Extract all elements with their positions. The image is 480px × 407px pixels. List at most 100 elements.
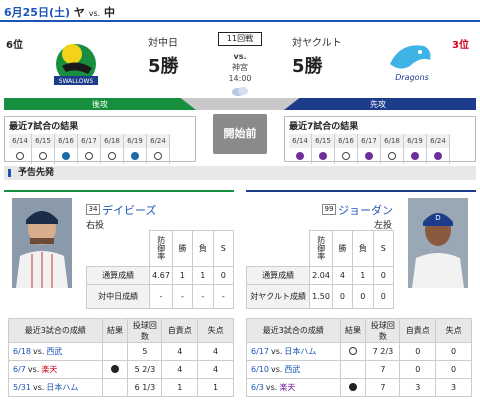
svg-text:D: D xyxy=(435,214,440,222)
game-date: 6月25日(土) xyxy=(4,6,71,19)
away-pitcher-recent: 最近3試合の成績 結果 投球回数 自責点 失点 6/17 vs. 日本ハム 7 2/3… xyxy=(246,318,472,397)
recent-game-date[interactable]: 5/31 xyxy=(13,383,31,392)
recent-game-date[interactable]: 6/3 xyxy=(251,383,264,392)
dragons-logo[interactable]: Dragons xyxy=(380,36,440,88)
recent-game-vs: vs. xyxy=(32,347,45,356)
recent-header: 自責点 xyxy=(161,318,199,343)
away-pitcher-divider xyxy=(246,190,476,192)
recent-game-date[interactable]: 6/18 xyxy=(13,347,31,356)
stats-header-era: 防御率 xyxy=(316,235,326,260)
last7-date: 6/19 xyxy=(404,134,427,148)
last7-result[interactable] xyxy=(101,148,124,164)
last7-date: 6/15 xyxy=(312,134,335,148)
last7-result[interactable] xyxy=(124,148,147,164)
game-status-button[interactable]: 開始前 xyxy=(213,114,267,154)
dragons-bar-label: 先攻 xyxy=(370,100,386,109)
stats-era: 1.50 xyxy=(309,284,333,309)
recent-game-result xyxy=(101,360,129,379)
stats-header-w: 勝 xyxy=(171,230,194,267)
recent-game-earned-runs: 4 xyxy=(161,360,199,379)
away-pitcher-photo[interactable]: D xyxy=(408,198,468,288)
recent-game-date[interactable]: 6/17 xyxy=(251,347,269,356)
last7-result[interactable] xyxy=(55,148,78,164)
loss-dot-icon xyxy=(108,152,116,160)
recent-game-date[interactable]: 6/10 xyxy=(251,365,269,374)
last7-result[interactable] xyxy=(427,148,450,164)
swallows-wins: 5勝 xyxy=(148,56,179,77)
stats-header-w: 勝 xyxy=(331,230,354,267)
recent-game-result xyxy=(339,360,367,379)
recent-game-innings: 6 1/3 xyxy=(127,378,163,397)
last7-result[interactable] xyxy=(9,148,32,164)
recent-game-runs: 4 xyxy=(197,360,234,379)
section-title: 予告先発 xyxy=(18,168,55,178)
stats-row-label: 通算成績 xyxy=(245,266,311,285)
last7-date: 6/24 xyxy=(427,134,450,148)
swallows-vs-label: 対中日 xyxy=(148,38,178,49)
stats-row-label: 対ヤクルト成績 xyxy=(245,284,311,309)
stats-l: 0 xyxy=(352,284,374,309)
stats-w: - xyxy=(171,284,194,309)
header-date-line: 6月25日(土) ヤ vs. 中 xyxy=(4,4,115,20)
win-circle-icon xyxy=(349,346,358,355)
last7-date: 6/17 xyxy=(78,134,101,148)
recent-game-opponent[interactable]: 楽天 xyxy=(279,383,295,392)
stats-era: 2.04 xyxy=(309,266,333,285)
stats-row-label: 対中日成績 xyxy=(85,284,151,309)
recent-game-opponent[interactable]: 西武 xyxy=(284,365,300,374)
last7-date: 6/19 xyxy=(124,134,147,148)
win-dot-icon xyxy=(131,152,139,160)
recent-game-opponent[interactable]: 日本ハム xyxy=(46,383,78,392)
away-pitcher-name[interactable]: ジョーダン xyxy=(338,202,393,218)
last7-result[interactable] xyxy=(335,148,358,164)
stats-l: - xyxy=(192,284,214,309)
loss-dot-icon xyxy=(85,152,93,160)
recent-header: 投球回数 xyxy=(365,318,401,343)
win-dot-icon xyxy=(365,152,373,160)
win-dot-icon xyxy=(434,152,442,160)
recent-game-runs: 1 xyxy=(197,378,234,397)
swallows-last7-results xyxy=(9,148,195,164)
home-pitcher-photo[interactable] xyxy=(12,198,72,288)
recent-game-innings: 5 2/3 xyxy=(127,360,163,379)
recent-game-runs: 4 xyxy=(197,342,234,361)
home-pitcher-divider xyxy=(4,190,234,192)
recent-game-earned-runs: 1 xyxy=(161,378,199,397)
last7-date: 6/24 xyxy=(147,134,170,148)
recent-game-runs: 3 xyxy=(435,378,472,397)
dragons-last7-title: 最近7試合の結果 xyxy=(289,122,359,132)
win-dot-icon xyxy=(411,152,419,160)
swallows-logo[interactable]: SWALLOWS xyxy=(48,34,104,92)
home-team-abbr: ヤ xyxy=(73,6,85,19)
recent-game-runs: 0 xyxy=(435,342,472,361)
last7-result[interactable] xyxy=(312,148,335,164)
recent-game-opponent[interactable]: 楽天 xyxy=(41,365,57,374)
away-pitcher-number: 99 xyxy=(322,204,336,215)
home-pitcher-name[interactable]: デイビーズ xyxy=(102,202,156,218)
probable-pitchers-header: 予告先発 xyxy=(4,166,476,180)
last7-result[interactable] xyxy=(78,148,101,164)
last7-result[interactable] xyxy=(289,148,312,164)
last7-result[interactable] xyxy=(381,148,404,164)
recent-game-opponent[interactable]: 日本ハム xyxy=(284,347,316,356)
win-dot-icon xyxy=(62,152,70,160)
recent-game-earned-runs: 0 xyxy=(399,342,437,361)
last7-result[interactable] xyxy=(32,148,55,164)
stats-header-s: S xyxy=(212,230,235,267)
stats-s: - xyxy=(212,284,235,309)
last7-result[interactable] xyxy=(404,148,427,164)
recent-game-date[interactable]: 6/7 xyxy=(13,365,26,374)
recent-game-opponent[interactable]: 西武 xyxy=(46,347,62,356)
win-dot-icon xyxy=(296,152,304,160)
cloudy-icon xyxy=(230,86,250,97)
home-pitcher-recent: 最近3試合の成績 結果 投球回数 自責点 失点 6/18 vs. 西武 5 4 4 6/7 v… xyxy=(8,318,234,397)
last7-result[interactable] xyxy=(147,148,170,164)
game-time: 14:00 xyxy=(228,74,252,83)
last7-result[interactable] xyxy=(358,148,381,164)
loss-dot-icon xyxy=(154,152,162,160)
stadium: 神宮 xyxy=(232,63,248,72)
dragons-wins: 5勝 xyxy=(292,56,323,77)
swallows-last7-title: 最近7試合の結果 xyxy=(9,122,79,132)
away-team-abbr: 中 xyxy=(104,6,116,19)
recent-game-row: 5/31 vs. 日本ハム 6 1/3 1 1 xyxy=(8,378,234,397)
